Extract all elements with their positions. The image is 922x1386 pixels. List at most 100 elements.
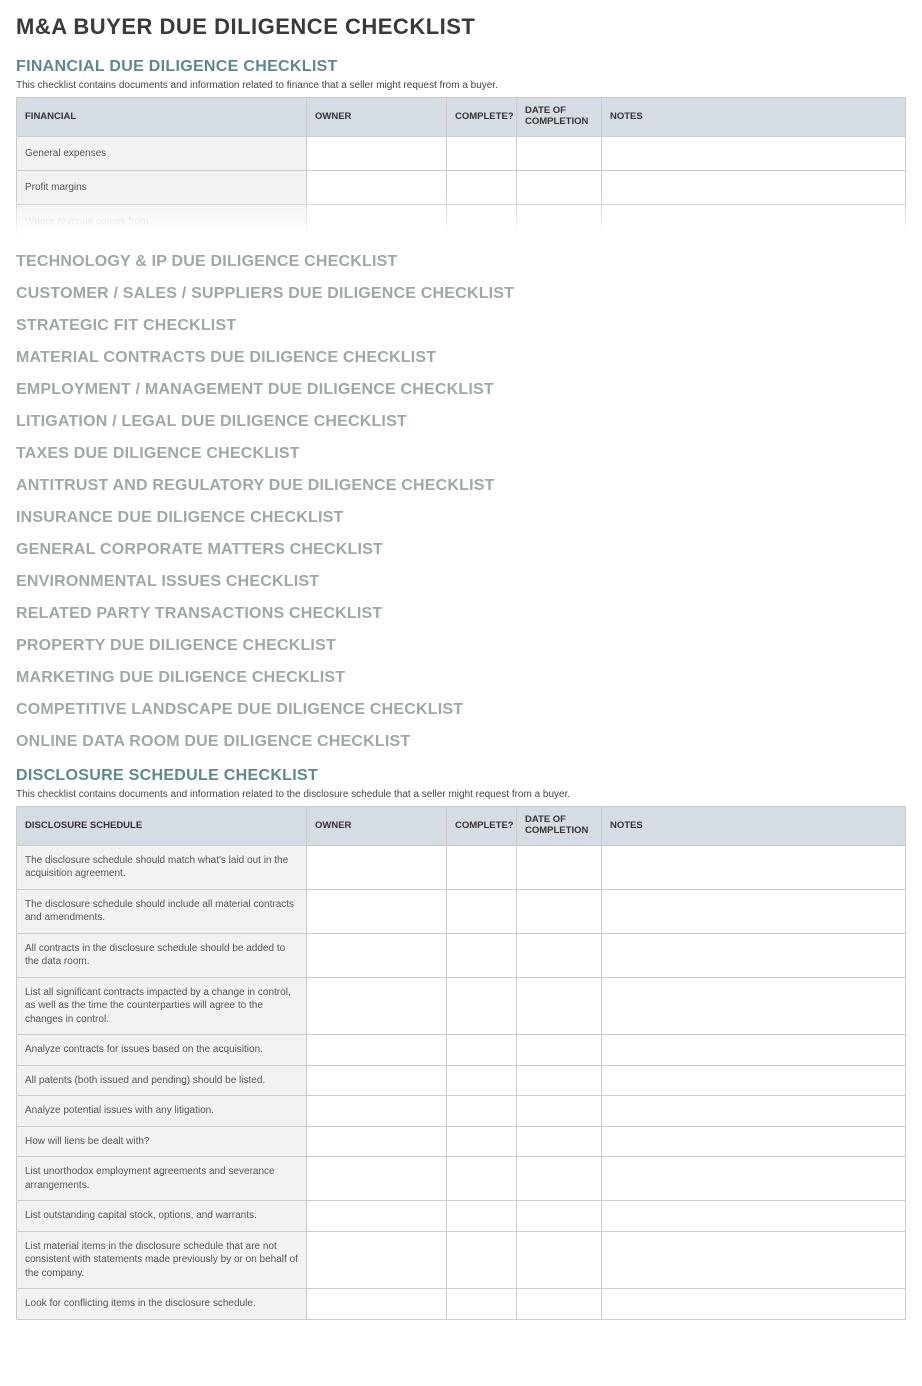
cell-owner[interactable]	[307, 1157, 447, 1201]
cell-item: Analyze potential issues with any litiga…	[17, 1096, 307, 1127]
cell-complete[interactable]	[447, 136, 517, 170]
table-row: List outstanding capital stock, options,…	[17, 1201, 906, 1232]
cell-item: List outstanding capital stock, options,…	[17, 1201, 307, 1232]
collapsed-section-title: MARKETING DUE DILIGENCE CHECKLIST	[16, 669, 906, 687]
cell-notes[interactable]	[602, 1035, 906, 1066]
cell-owner[interactable]	[307, 1126, 447, 1157]
cell-notes[interactable]	[602, 204, 906, 238]
cell-date[interactable]	[517, 1035, 602, 1066]
cell-item: Where revenue comes from	[17, 204, 307, 238]
cell-item: General expenses	[17, 136, 307, 170]
cell-date[interactable]	[517, 889, 602, 933]
cell-owner[interactable]	[307, 1035, 447, 1066]
cell-notes[interactable]	[602, 1201, 906, 1232]
collapsed-section-title: TECHNOLOGY & IP DUE DILIGENCE CHECKLIST	[16, 253, 906, 271]
col-item: FINANCIAL	[17, 98, 307, 137]
cell-owner[interactable]	[307, 1096, 447, 1127]
cell-complete[interactable]	[447, 1065, 517, 1096]
table-row: Analyze potential issues with any litiga…	[17, 1096, 906, 1127]
cell-complete[interactable]	[447, 1157, 517, 1201]
cell-owner[interactable]	[307, 136, 447, 170]
cell-date[interactable]	[517, 933, 602, 977]
cell-owner[interactable]	[307, 1289, 447, 1320]
cell-notes[interactable]	[602, 845, 906, 889]
cell-owner[interactable]	[307, 845, 447, 889]
cell-owner[interactable]	[307, 933, 447, 977]
col-item: DISCLOSURE SCHEDULE	[17, 806, 307, 845]
cell-complete[interactable]	[447, 889, 517, 933]
cell-complete[interactable]	[447, 170, 517, 204]
cell-item: How will liens be dealt with?	[17, 1126, 307, 1157]
cell-item: The disclosure schedule should match wha…	[17, 845, 307, 889]
collapsed-section-title: ONLINE DATA ROOM DUE DILIGENCE CHECKLIST	[16, 733, 906, 751]
table-row: All contracts in the disclosure schedule…	[17, 933, 906, 977]
cell-owner[interactable]	[307, 170, 447, 204]
cell-item: List material items in the disclosure sc…	[17, 1231, 307, 1289]
cell-owner[interactable]	[307, 204, 447, 238]
collapsed-section-title: STRATEGIC FIT CHECKLIST	[16, 317, 906, 335]
cell-owner[interactable]	[307, 977, 447, 1035]
cell-date[interactable]	[517, 1231, 602, 1289]
cell-notes[interactable]	[602, 1065, 906, 1096]
cell-date[interactable]	[517, 136, 602, 170]
cell-owner[interactable]	[307, 1201, 447, 1232]
cell-item: The disclosure schedule should include a…	[17, 889, 307, 933]
collapsed-section-title: TAXES DUE DILIGENCE CHECKLIST	[16, 445, 906, 463]
cell-date[interactable]	[517, 1065, 602, 1096]
cell-notes[interactable]	[602, 977, 906, 1035]
cell-notes[interactable]	[602, 889, 906, 933]
cell-notes[interactable]	[602, 933, 906, 977]
cell-date[interactable]	[517, 204, 602, 238]
cell-date[interactable]	[517, 1289, 602, 1320]
table-row: List unorthodox employment agreements an…	[17, 1157, 906, 1201]
col-notes: NOTES	[602, 806, 906, 845]
cell-notes[interactable]	[602, 170, 906, 204]
table-row: List material items in the disclosure sc…	[17, 1231, 906, 1289]
cell-item: List all significant contracts impacted …	[17, 977, 307, 1035]
cell-owner[interactable]	[307, 1231, 447, 1289]
cell-item: List unorthodox employment agreements an…	[17, 1157, 307, 1201]
table-row: All patents (both issued and pending) sh…	[17, 1065, 906, 1096]
table-row: Profit margins	[17, 170, 906, 204]
col-date: DATE OF COMPLETION	[517, 98, 602, 137]
table-row: How will liens be dealt with?	[17, 1126, 906, 1157]
table-row: List all significant contracts impacted …	[17, 977, 906, 1035]
cell-complete[interactable]	[447, 1201, 517, 1232]
cell-date[interactable]	[517, 1201, 602, 1232]
cell-notes[interactable]	[602, 1096, 906, 1127]
cell-item: Look for conflicting items in the disclo…	[17, 1289, 307, 1320]
table-row: Look for conflicting items in the disclo…	[17, 1289, 906, 1320]
cell-complete[interactable]	[447, 977, 517, 1035]
cell-date[interactable]	[517, 170, 602, 204]
cell-date[interactable]	[517, 977, 602, 1035]
cell-complete[interactable]	[447, 1231, 517, 1289]
table-header-row: DISCLOSURE SCHEDULE OWNER COMPLETE? DATE…	[17, 806, 906, 845]
cell-complete[interactable]	[447, 1035, 517, 1066]
collapsed-section-title: ANTITRUST AND REGULATORY DUE DILIGENCE C…	[16, 477, 906, 495]
cell-notes[interactable]	[602, 1231, 906, 1289]
cell-date[interactable]	[517, 845, 602, 889]
cell-complete[interactable]	[447, 1289, 517, 1320]
section-title-disclosure: DISCLOSURE SCHEDULE CHECKLIST	[16, 767, 906, 785]
cell-complete[interactable]	[447, 204, 517, 238]
cell-date[interactable]	[517, 1157, 602, 1201]
collapsed-section-title: MATERIAL CONTRACTS DUE DILIGENCE CHECKLI…	[16, 349, 906, 367]
collapsed-section-title: COMPETITIVE LANDSCAPE DUE DILIGENCE CHEC…	[16, 701, 906, 719]
cell-notes[interactable]	[602, 1157, 906, 1201]
cell-complete[interactable]	[447, 845, 517, 889]
cell-owner[interactable]	[307, 889, 447, 933]
cell-date[interactable]	[517, 1126, 602, 1157]
collapsed-section-title: LITIGATION / LEGAL DUE DILIGENCE CHECKLI…	[16, 413, 906, 431]
cell-complete[interactable]	[447, 1096, 517, 1127]
cell-notes[interactable]	[602, 1289, 906, 1320]
financial-table: FINANCIAL OWNER COMPLETE? DATE OF COMPLE…	[16, 97, 906, 239]
financial-table-wrap: FINANCIAL OWNER COMPLETE? DATE OF COMPLE…	[16, 97, 906, 239]
cell-notes[interactable]	[602, 1126, 906, 1157]
cell-notes[interactable]	[602, 136, 906, 170]
cell-owner[interactable]	[307, 1065, 447, 1096]
collapsed-section-title: ENVIRONMENTAL ISSUES CHECKLIST	[16, 573, 906, 591]
col-notes: NOTES	[602, 98, 906, 137]
cell-date[interactable]	[517, 1096, 602, 1127]
cell-complete[interactable]	[447, 1126, 517, 1157]
cell-complete[interactable]	[447, 933, 517, 977]
